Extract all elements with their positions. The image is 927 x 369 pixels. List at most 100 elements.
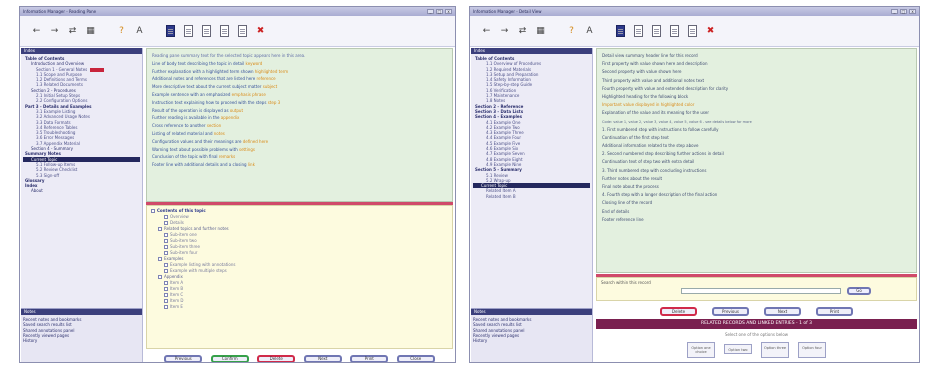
action-buttons: Previous Confirm Delete Next Print Close (146, 353, 453, 362)
back-arrow-icon[interactable]: ← (480, 24, 493, 39)
close-document-icon[interactable]: ✖ (254, 24, 267, 39)
highlighted-link[interactable]: emphasis phrase (232, 92, 266, 97)
checkbox-icon[interactable] (164, 287, 168, 291)
highlighted-link[interactable]: subject (263, 84, 278, 89)
checkbox-icon[interactable] (164, 221, 168, 225)
minimize-button[interactable]: _ (427, 9, 434, 14)
grid-icon[interactable]: ▦ (84, 24, 97, 39)
help-icon[interactable]: ? (565, 24, 578, 39)
highlighted-link[interactable]: defined here (243, 139, 268, 144)
print-button[interactable]: Print (350, 355, 389, 362)
checkbox-icon[interactable] (164, 251, 168, 255)
sidebar-item-label: 3.6 Error Messages (36, 135, 75, 141)
delete-button[interactable]: Delete (257, 355, 296, 362)
checkbox-icon[interactable] (164, 239, 168, 243)
sidebar-item-label: 2.2 Configuration Options (36, 98, 88, 104)
checkbox-icon[interactable] (164, 281, 168, 285)
text-icon[interactable]: A (583, 24, 596, 39)
document-4-shape (688, 25, 697, 37)
checkbox-icon[interactable] (158, 275, 162, 279)
document-icon[interactable] (182, 24, 195, 39)
toolbar: ← → ⇄ ▦? A ✖ (20, 16, 455, 47)
highlighted-link[interactable]: output (230, 108, 243, 113)
checkbox-icon[interactable] (164, 299, 168, 303)
help-icon[interactable]: ? (115, 24, 128, 39)
document-icon-4[interactable] (686, 24, 699, 39)
link-icon[interactable]: ⇄ (516, 24, 529, 39)
forward-arrow-icon[interactable]: → (48, 24, 61, 39)
close-document-icon[interactable]: ✖ (704, 24, 717, 39)
document-icon-3[interactable] (668, 24, 681, 39)
close-button[interactable]: Close (396, 355, 435, 362)
highlighted-link[interactable]: link (248, 162, 255, 167)
highlighted-link[interactable]: reference (257, 76, 276, 81)
document-icon-3[interactable] (218, 24, 231, 39)
highlighted-link[interactable]: section (207, 123, 221, 128)
highlighted-link[interactable]: step 3 (268, 100, 280, 105)
back-arrow-icon[interactable]: ← (30, 24, 43, 39)
checkbox-icon[interactable] (164, 293, 168, 297)
next-button[interactable]: Next (303, 355, 342, 362)
checkbox-icon[interactable] (164, 215, 168, 219)
checkbox-icon[interactable] (151, 209, 155, 213)
option-button[interactable]: Option three (761, 342, 789, 358)
text-icon[interactable]: A (133, 24, 146, 39)
topic-tree-item[interactable]: Item E (151, 304, 448, 310)
checkbox-icon[interactable] (164, 269, 168, 273)
confirm-button[interactable]: Confirm (210, 355, 249, 362)
previous-button[interactable]: Previous (712, 306, 749, 316)
document-icon-4[interactable] (236, 24, 249, 39)
option-button[interactable]: Option four (798, 342, 826, 358)
document-icon[interactable] (632, 24, 645, 39)
maximize-button[interactable]: □ (900, 9, 907, 14)
previous-button[interactable]: Previous (164, 355, 203, 362)
minimize-button[interactable]: _ (891, 9, 898, 14)
checkbox-icon[interactable] (164, 233, 168, 237)
highlighted-link[interactable]: settings (239, 147, 255, 152)
book-icon[interactable] (614, 24, 627, 39)
reading-text: Additional notes and references that are… (152, 76, 257, 82)
toolbar-separator (102, 24, 110, 39)
go-button[interactable]: Go (847, 287, 871, 295)
detail-line: Footer reference line (602, 216, 644, 222)
notes-item[interactable]: History (21, 338, 142, 343)
reading-pane: Reading pane summary text for the select… (146, 48, 453, 202)
sidebar-item-label: 3.3 Data Formats (36, 119, 71, 125)
checkbox-icon[interactable] (164, 263, 168, 267)
search-input[interactable] (681, 288, 841, 294)
notes-item[interactable]: History (471, 338, 592, 343)
book-icon[interactable] (164, 24, 177, 39)
close-window-button[interactable]: x (909, 9, 916, 14)
option-button[interactable]: Option two (724, 344, 752, 354)
document-icon-2[interactable] (650, 24, 663, 39)
highlighted-link[interactable]: remarks (219, 154, 235, 159)
highlighted-link[interactable]: notes (214, 131, 225, 136)
search-panel: Search within this record Go (596, 277, 917, 301)
delete-button[interactable]: Delete (660, 306, 697, 316)
print-button[interactable]: Print (816, 306, 853, 316)
reading-line: Conclusion of the topic with final remar… (152, 153, 447, 161)
link-icon[interactable]: ⇄ (66, 24, 79, 39)
grid-icon[interactable]: ▦ (534, 24, 547, 39)
highlighted-link[interactable]: highlighted term (255, 69, 288, 74)
option-button[interactable]: Option one choice (687, 342, 715, 358)
next-button[interactable]: Next (764, 306, 801, 316)
reading-line: Further reading is available in the appe… (152, 114, 447, 122)
highlighted-link[interactable]: keyword (246, 61, 263, 66)
maximize-button[interactable]: □ (436, 9, 443, 14)
sidebar-tree: Table of Contents Introduction and Overvi… (21, 54, 142, 308)
checkbox-icon[interactable] (164, 305, 168, 309)
highlighted-link[interactable]: appendix (221, 115, 240, 120)
topic-tree-label: Sub-item two (170, 238, 197, 243)
sidebar-item-label: 4.2 Example Two (486, 124, 520, 130)
checkbox-icon[interactable] (164, 245, 168, 249)
close-window-button[interactable]: x (445, 9, 452, 14)
checkbox-icon[interactable] (158, 227, 162, 231)
detail-line: Second property with value shown here (602, 69, 682, 75)
forward-arrow-icon[interactable]: → (498, 24, 511, 39)
sidebar-item-label: 3.7 Appendix Material (36, 140, 80, 146)
checkbox-icon[interactable] (158, 257, 162, 261)
sidebar-item[interactable]: About (23, 188, 140, 193)
document-icon-2[interactable] (200, 24, 213, 39)
sidebar-item[interactable]: Related Item B (473, 194, 590, 199)
